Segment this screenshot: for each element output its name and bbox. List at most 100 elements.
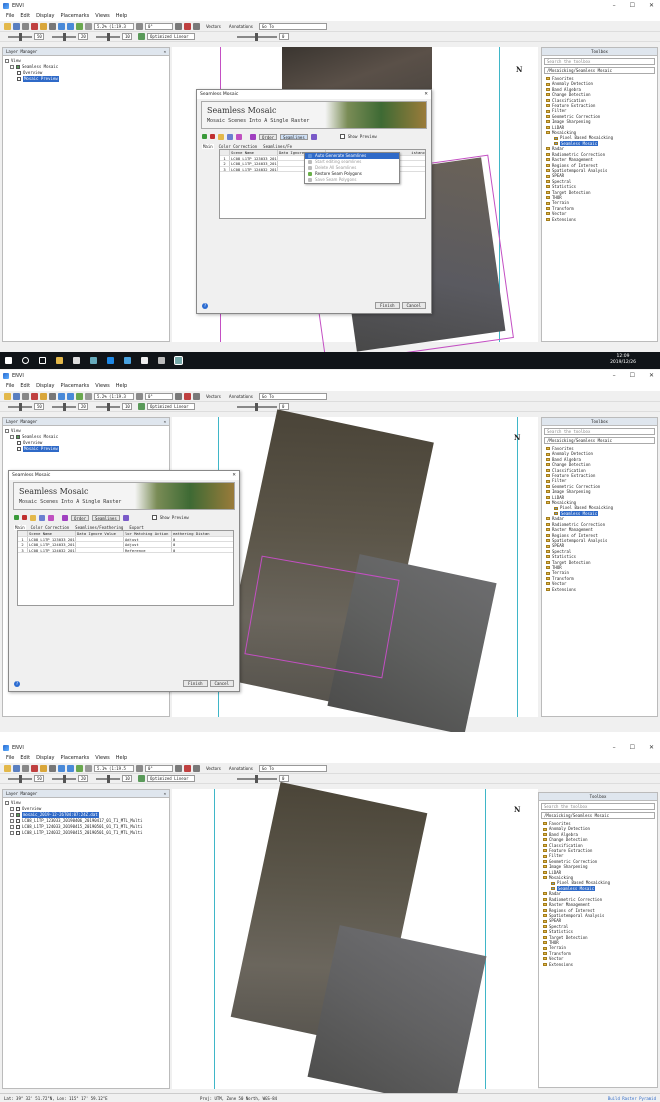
toolbox-item[interactable]: Extensions: [543, 962, 655, 967]
menu-display[interactable]: Display: [36, 13, 54, 19]
menu-views[interactable]: Views: [95, 13, 109, 19]
contrast-slider[interactable]: [52, 402, 76, 411]
minimize-button[interactable]: –: [613, 372, 616, 379]
menu-placemarks[interactable]: Placemarks: [61, 755, 90, 761]
seam-edit-icon[interactable]: [310, 133, 317, 140]
fit-icon[interactable]: [85, 22, 92, 30]
seamlines-dropdown[interactable]: Seamlines: [92, 514, 120, 521]
rotation-field[interactable]: 0°: [145, 22, 173, 30]
ie-icon[interactable]: [124, 357, 131, 364]
contrast-field[interactable]: 20: [78, 403, 88, 410]
layer-icon[interactable]: [31, 392, 38, 400]
dialog-close-button[interactable]: ✕: [424, 90, 428, 99]
menu-file[interactable]: File: [6, 383, 14, 389]
menu-help[interactable]: Help: [116, 13, 127, 19]
toolbox-search-input[interactable]: Search the toolbox: [544, 428, 655, 435]
toolbox-path-field[interactable]: /Mosaicking/Seamless Mosaic: [544, 67, 655, 74]
vectors-dropdown[interactable]: Vectors: [206, 24, 221, 29]
tree-mosaic-preview[interactable]: Mosaic Preview: [5, 446, 167, 452]
goto-field[interactable]: Go To: [258, 22, 327, 30]
stretch-dropdown[interactable]: Optimized Linear: [147, 33, 195, 40]
table-row[interactable]: 3LC08_L1TP_124032_2019 00Reference0: [18, 547, 233, 553]
close-button[interactable]: ✕: [649, 2, 654, 9]
zoom-out-icon[interactable]: [67, 764, 74, 772]
crosshair-icon[interactable]: [184, 764, 191, 772]
cancel-button[interactable]: Cancel: [209, 680, 234, 687]
app2-icon[interactable]: [158, 357, 165, 364]
task-view-icon[interactable]: [39, 357, 46, 364]
menu-views[interactable]: Views: [95, 755, 109, 761]
file-explorer-icon[interactable]: [56, 357, 63, 364]
cursor-value-icon[interactable]: [175, 764, 182, 772]
cursor-value-icon[interactable]: [175, 22, 182, 30]
zoom-in-icon[interactable]: [58, 764, 65, 772]
app-icon[interactable]: [90, 357, 97, 364]
save-icon[interactable]: [13, 764, 20, 772]
toolbox-path-field[interactable]: /Mosaicking/Seamless Mosaic: [544, 437, 655, 444]
transparency-field[interactable]: 0: [279, 33, 289, 40]
pan-icon[interactable]: [40, 764, 47, 772]
sharpen-slider[interactable]: [96, 774, 120, 783]
open-icon[interactable]: [4, 22, 11, 30]
transparency-slider[interactable]: [237, 774, 277, 783]
brightness-slider[interactable]: [8, 774, 32, 783]
toolbox-path-field[interactable]: /Mosaicking/Seamless Mosaic: [541, 812, 655, 819]
toolbox-search-input[interactable]: Search the toolbox: [541, 803, 655, 810]
search-icon[interactable]: [22, 357, 29, 364]
menu-edit[interactable]: Edit: [20, 13, 30, 19]
print-icon[interactable]: [22, 764, 29, 772]
edge-icon[interactable]: [107, 357, 114, 364]
brightness-slider[interactable]: [8, 32, 32, 41]
rotate-left-icon[interactable]: [136, 22, 143, 30]
sharpen-field[interactable]: 10: [122, 775, 132, 782]
contrast-slider[interactable]: [52, 32, 76, 41]
tab-color-correction[interactable]: Color Correction: [218, 144, 259, 149]
annotations-dropdown[interactable]: Annotations: [229, 766, 253, 771]
menu-file[interactable]: File: [6, 13, 14, 19]
zoom-out-icon[interactable]: [67, 392, 74, 400]
show-preview-checkbox[interactable]: [151, 515, 157, 520]
zoom-field[interactable]: 5.2% (1:19.3: [94, 392, 134, 400]
rotation-field[interactable]: 0°: [145, 392, 173, 400]
rotate-icon[interactable]: [76, 764, 83, 772]
save-icon[interactable]: [13, 392, 20, 400]
histogram-icon[interactable]: [138, 775, 145, 782]
color-icon[interactable]: [48, 514, 54, 521]
toolbox-search-input[interactable]: Search the toolbox: [544, 58, 655, 65]
close-icon[interactable]: ✕: [164, 790, 166, 798]
annotations-dropdown[interactable]: Annotations: [229, 24, 253, 29]
tab-seamlines[interactable]: Seamlines/Fe: [262, 144, 293, 149]
tree-scene-3[interactable]: LC08_L1TP_124032_20190415_20190501_01_T1…: [5, 830, 167, 836]
contrast-field[interactable]: 20: [78, 775, 88, 782]
help-icon[interactable]: ?: [202, 303, 208, 309]
tree-mosaic-preview[interactable]: Mosaic Preview: [5, 76, 167, 82]
add-scene-icon[interactable]: [14, 515, 19, 520]
color-icon[interactable]: [236, 133, 242, 140]
zoom-out-icon[interactable]: [67, 22, 74, 30]
order-dropdown[interactable]: Order: [71, 514, 90, 521]
tab-export[interactable]: Export: [128, 525, 144, 530]
close-button[interactable]: ✕: [649, 744, 654, 751]
cancel-button[interactable]: Cancel: [401, 302, 426, 309]
annotations-dropdown[interactable]: Annotations: [229, 394, 253, 399]
close-icon[interactable]: ✕: [164, 48, 166, 56]
menu-edit[interactable]: Edit: [20, 755, 30, 761]
minimize-button[interactable]: –: [613, 744, 616, 751]
zoom-in-icon[interactable]: [58, 22, 65, 30]
select-icon[interactable]: [49, 392, 56, 400]
rotate-icon[interactable]: [76, 22, 83, 30]
stretch-dropdown[interactable]: Optimized Linear: [147, 403, 195, 410]
vectors-dropdown[interactable]: Vectors: [206, 766, 221, 771]
remove-scene-icon[interactable]: [210, 134, 215, 139]
seamlines-dropdown[interactable]: Seamlines: [280, 133, 308, 140]
rotate-icon[interactable]: [76, 392, 83, 400]
vectors-dropdown[interactable]: Vectors: [206, 394, 221, 399]
maximize-button[interactable]: ☐: [630, 372, 635, 379]
save-icon[interactable]: [13, 22, 20, 30]
crosshair-icon[interactable]: [184, 392, 191, 400]
rotate-left-icon[interactable]: [136, 392, 143, 400]
select-scene-icon[interactable]: [218, 133, 224, 140]
help-icon[interactable]: ?: [14, 681, 20, 687]
add-scene-icon[interactable]: [202, 134, 207, 139]
image-canvas[interactable]: N: [172, 782, 538, 1102]
